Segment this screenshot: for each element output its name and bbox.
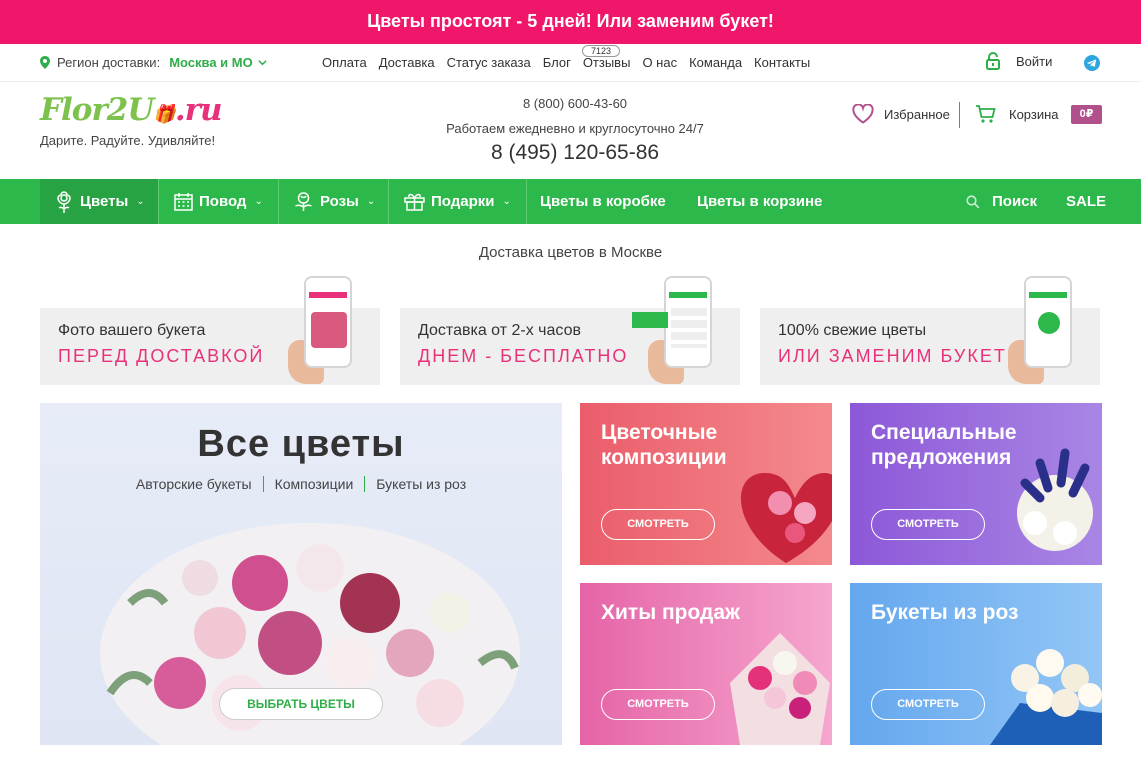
promo-banner: Цветы простоят - 5 дней! Или заменим бук… xyxy=(0,0,1141,44)
heart-icon xyxy=(852,104,874,124)
promo-card-line2: ИЛИ ЗАМЕНИМ БУКЕТ xyxy=(778,346,1007,366)
cart-label: Корзина xyxy=(1009,106,1059,122)
gift-icon xyxy=(404,193,425,211)
choose-flowers-button[interactable]: ВЫБРАТЬ ЦВЕТЫ xyxy=(219,688,383,720)
chevron-down-icon: ⌄ xyxy=(254,196,263,207)
telegram-icon[interactable] xyxy=(1084,55,1100,71)
contact-block: 8 (800) 600-43-60 Работаем ежедневно и к… xyxy=(400,96,750,165)
link-team[interactable]: Команда xyxy=(689,55,742,70)
nav-roses[interactable]: Розы ⌄ xyxy=(293,179,375,224)
link-delivery[interactable]: Доставка xyxy=(379,55,435,70)
flower-icon xyxy=(57,190,71,213)
nav-sale[interactable]: SALE xyxy=(1066,179,1106,224)
time-slot-badge xyxy=(632,312,668,328)
main-nav: Цветы ⌄ Повод ⌄ Розы ⌄ Подарки ⌄ Цветы в… xyxy=(0,179,1141,224)
location-pin-icon xyxy=(40,56,50,69)
nav-flowers-in-basket[interactable]: Цветы в корзине xyxy=(697,179,822,224)
tile-title: Специальные предложения xyxy=(871,421,1017,469)
promo-card-line2: ДНЕМ - БЕСПЛАТНО xyxy=(418,346,629,366)
phone-main[interactable]: 8 (495) 120-65-86 xyxy=(400,141,750,165)
cart-icon xyxy=(976,105,996,123)
tagline: Дарите. Радуйте. Удивляйте! xyxy=(40,133,216,148)
cart-button[interactable]: Корзина xyxy=(975,104,1059,124)
page-subtitle: Доставка цветов в Москве xyxy=(478,244,663,261)
phone-photo-image xyxy=(304,276,352,368)
link-reviews[interactable]: Отзывы xyxy=(583,55,631,70)
lock-icon xyxy=(986,52,1000,70)
promo-card-line1: Фото вашего букета xyxy=(58,322,206,339)
cart-total-badge: 0₽ xyxy=(1071,105,1102,124)
working-hours: Работаем ежедневно и круглосуточно 24/7 xyxy=(446,121,704,136)
region-label: Регион доставки: xyxy=(57,55,161,70)
gift-icon: 🎁 xyxy=(153,104,175,125)
logo-suffix: .ru xyxy=(174,92,223,128)
chevron-down-icon: ⌄ xyxy=(366,196,376,207)
nav-divider xyxy=(526,179,527,224)
reviews-count-badge: 7123 xyxy=(582,45,621,57)
search-icon xyxy=(966,194,980,208)
tile-compositions[interactable]: Цветочные композиции СМОТРЕТЬ xyxy=(580,403,832,565)
view-button[interactable]: СМОТРЕТЬ xyxy=(601,509,715,540)
nav-flowers[interactable]: Цветы ⌄ xyxy=(40,179,158,224)
logo-text: Flor2U xyxy=(40,92,154,128)
nav-roses-label: Розы xyxy=(320,193,359,210)
phone-schedule-image xyxy=(664,276,712,368)
link-about[interactable]: О нас xyxy=(642,55,677,70)
promo-card-line1: 100% свежие цветы xyxy=(778,322,927,339)
chevron-down-icon: ⌄ xyxy=(136,196,145,207)
chevron-down-icon: ⌄ xyxy=(502,196,511,207)
nav-gifts-label: Подарки xyxy=(431,193,495,210)
link-order-status[interactable]: Статус заказа xyxy=(447,55,531,70)
calendar-icon xyxy=(174,193,193,211)
link-contacts[interactable]: Контакты xyxy=(754,55,810,70)
phone-toll-free[interactable]: 8 (800) 600-43-60 xyxy=(400,96,750,111)
nav-divider xyxy=(158,179,159,224)
nav-divider xyxy=(388,179,389,224)
nav-search[interactable]: Поиск xyxy=(966,179,1037,224)
tile-bestsellers[interactable]: Хиты продаж СМОТРЕТЬ xyxy=(580,583,832,745)
top-nav: Регион доставки: Москва и МО Оплата Дост… xyxy=(0,44,1141,82)
tile-rose-bouquets[interactable]: Букеты из роз СМОТРЕТЬ xyxy=(850,583,1102,745)
nav-occasion-label: Повод xyxy=(199,193,247,210)
nav-flowers-in-box[interactable]: Цветы в коробке xyxy=(540,179,666,224)
link-blog[interactable]: Блог xyxy=(543,55,571,70)
favorites-label: Избранное xyxy=(884,106,950,122)
phone-fresh-image xyxy=(1024,276,1072,368)
nav-gifts[interactable]: Подарки ⌄ xyxy=(404,179,511,224)
view-button[interactable]: СМОТРЕТЬ xyxy=(871,509,985,540)
tile-title: Букеты из роз xyxy=(871,601,1019,624)
nav-divider xyxy=(278,179,279,224)
tile-title: Хиты продаж xyxy=(601,601,740,624)
nav-flowers-label: Цветы xyxy=(80,193,129,210)
nav-search-label: Поиск xyxy=(992,193,1038,210)
view-button[interactable]: СМОТРЕТЬ xyxy=(601,689,715,720)
header-divider xyxy=(959,102,960,128)
login-button[interactable]: Войти xyxy=(986,52,1052,70)
all-flowers-tile[interactable]: Все цветы Авторские букеты Композиции Бу… xyxy=(40,403,562,745)
delivery-region[interactable]: Регион доставки: Москва и МО xyxy=(40,55,267,70)
top-links: Оплата Доставка Статус заказа Блог Отзыв… xyxy=(322,55,822,70)
nav-occasion[interactable]: Повод ⌄ xyxy=(174,179,263,224)
region-city-select[interactable]: Москва и МО xyxy=(169,55,253,70)
tile-title: Цветочные композиции xyxy=(601,421,727,469)
site-logo[interactable]: Flor2U🎁.ru xyxy=(40,92,222,128)
link-payment[interactable]: Оплата xyxy=(322,55,367,70)
chevron-down-icon xyxy=(258,60,267,66)
rose-icon xyxy=(295,192,312,211)
favorites-button[interactable]: Избранное xyxy=(852,104,950,124)
tile-special-offers[interactable]: Специальные предложения СМОТРЕТЬ xyxy=(850,403,1102,565)
promo-card-line1: Доставка от 2-х часов xyxy=(418,322,581,339)
promo-card-line2: ПЕРЕД ДОСТАВКОЙ xyxy=(58,346,265,366)
login-label: Войти xyxy=(1016,53,1053,69)
view-button[interactable]: СМОТРЕТЬ xyxy=(871,689,985,720)
